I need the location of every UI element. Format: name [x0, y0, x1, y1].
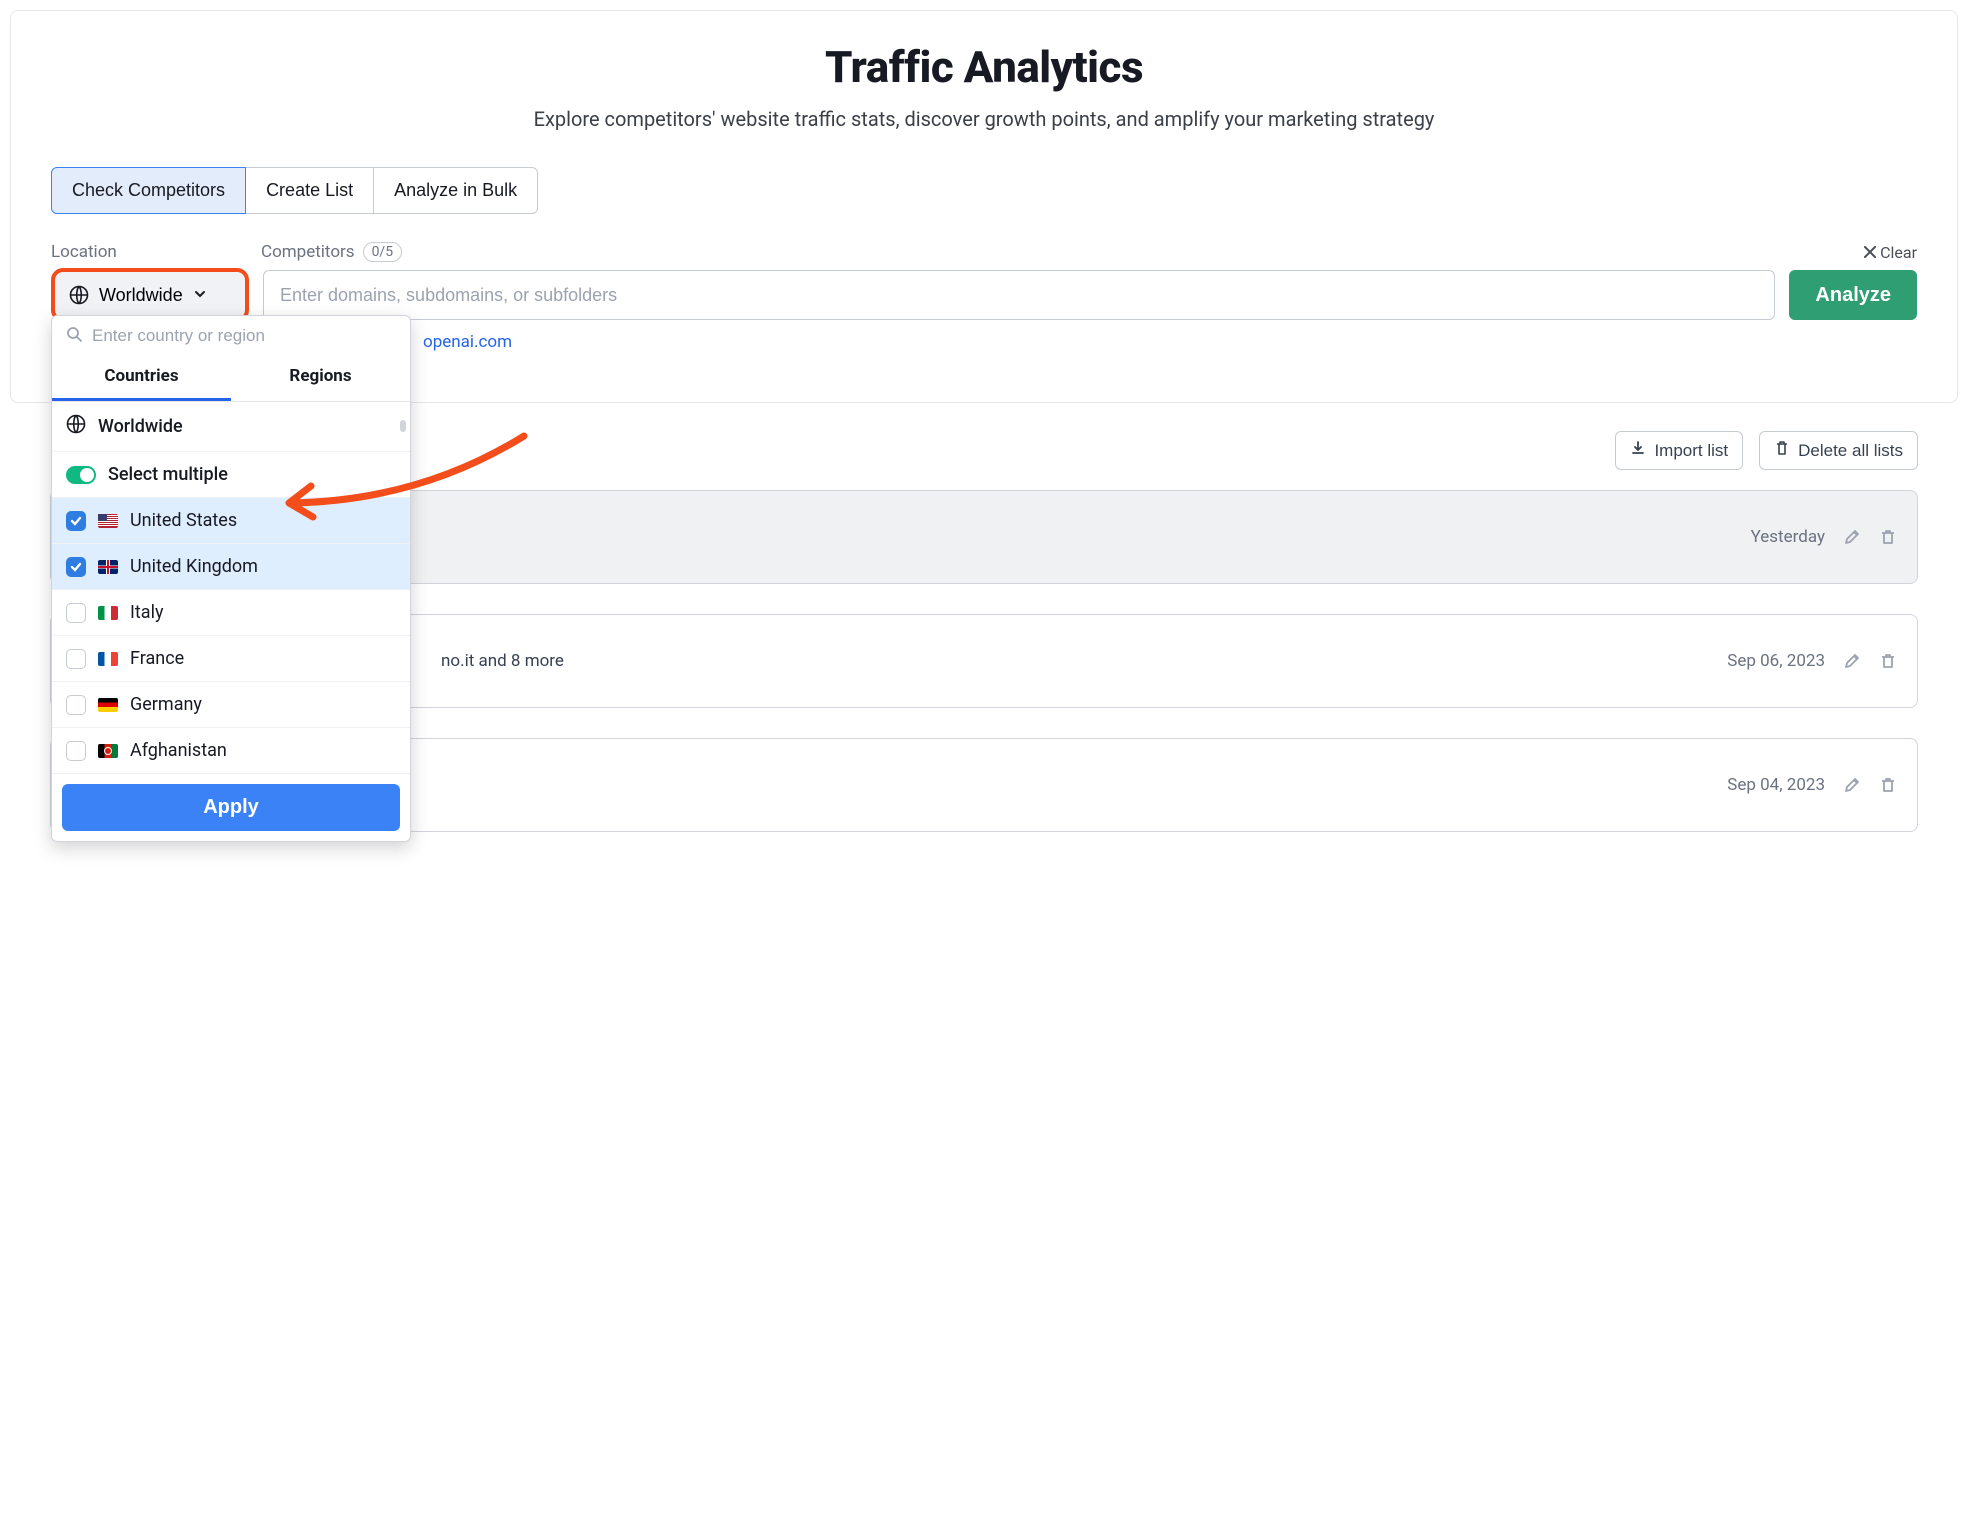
edit-icon[interactable]: [1843, 776, 1861, 794]
trash-icon[interactable]: [1879, 528, 1897, 546]
tab-create-list[interactable]: Create List: [246, 167, 374, 214]
country-label: Italy: [130, 602, 163, 623]
location-dropdown-trigger[interactable]: Worldwide: [51, 268, 249, 322]
checkbox-icon[interactable]: [66, 511, 86, 531]
location-btn-label: Worldwide: [99, 285, 183, 306]
country-label: Afghanistan: [130, 740, 227, 761]
country-label: United States: [130, 510, 237, 531]
flag-us-icon: [98, 514, 118, 528]
checkbox-icon[interactable]: [66, 603, 86, 623]
page-subtitle: Explore competitors' website traffic sta…: [51, 107, 1917, 131]
mode-tabs: Check Competitors Create List Analyze in…: [51, 167, 1917, 214]
checkbox-icon[interactable]: [66, 557, 86, 577]
option-worldwide[interactable]: Worldwide: [52, 402, 410, 452]
dropdown-tab-regions[interactable]: Regions: [231, 356, 410, 401]
page-title: Traffic Analytics: [51, 41, 1917, 93]
location-dropdown: Countries Regions Worldwide Select multi…: [51, 315, 411, 842]
flag-uk-icon: [98, 560, 118, 574]
flag-it-icon: [98, 606, 118, 620]
flag-af-icon: [98, 744, 118, 758]
option-germany[interactable]: Germany: [52, 682, 410, 728]
tab-check-competitors[interactable]: Check Competitors: [51, 167, 246, 214]
country-search-input[interactable]: [92, 326, 396, 346]
option-worldwide-label: Worldwide: [98, 416, 183, 437]
option-france[interactable]: France: [52, 636, 410, 682]
search-icon: [66, 326, 82, 346]
checkbox-icon[interactable]: [66, 649, 86, 669]
globe-icon: [66, 414, 86, 439]
delete-all-label: Delete all lists: [1798, 441, 1903, 461]
country-label: France: [130, 648, 184, 669]
trash-icon: [1774, 440, 1790, 461]
import-list-label: Import list: [1654, 441, 1728, 461]
select-multiple-toggle-row[interactable]: Select multiple: [52, 452, 410, 498]
flag-fr-icon: [98, 652, 118, 666]
trash-icon[interactable]: [1879, 776, 1897, 794]
country-label: United Kingdom: [130, 556, 258, 577]
analyze-button[interactable]: Analyze: [1789, 270, 1917, 320]
dropdown-tabs: Countries Regions: [52, 356, 410, 402]
examples-row: openai.com: [423, 332, 1917, 352]
import-list-button[interactable]: Import list: [1615, 431, 1743, 470]
delete-all-lists-button[interactable]: Delete all lists: [1759, 431, 1918, 470]
select-multiple-label: Select multiple: [108, 464, 228, 485]
flag-de-icon: [98, 698, 118, 712]
dropdown-search-row: [52, 316, 410, 356]
tab-analyze-bulk[interactable]: Analyze in Bulk: [374, 167, 538, 214]
list-time: Yesterday: [1751, 527, 1825, 547]
competitors-label-text: Competitors: [261, 242, 355, 262]
list-time: Sep 06, 2023: [1727, 651, 1825, 671]
trash-icon[interactable]: [1879, 652, 1897, 670]
list-extra-text: no.it and 8 more: [441, 651, 564, 671]
example-link-openai[interactable]: openai.com: [423, 332, 512, 352]
checkbox-icon[interactable]: [66, 695, 86, 715]
chevron-down-icon: [193, 285, 207, 306]
competitors-label: Competitors 0/5: [261, 242, 1844, 262]
clear-label: Clear: [1880, 243, 1917, 262]
scrollbar-thumb[interactable]: [400, 420, 406, 432]
dropdown-body[interactable]: Worldwide Select multiple United States …: [52, 402, 410, 774]
checkbox-icon[interactable]: [66, 741, 86, 761]
globe-icon: [69, 285, 89, 305]
option-italy[interactable]: Italy: [52, 590, 410, 636]
labels-row: Location Competitors 0/5 Clear: [51, 242, 1917, 262]
clear-button[interactable]: Clear: [1864, 243, 1917, 262]
option-united-kingdom[interactable]: United Kingdom: [52, 544, 410, 590]
option-united-states[interactable]: United States: [52, 498, 410, 544]
list-time: Sep 04, 2023: [1727, 775, 1825, 795]
location-label: Location: [51, 242, 241, 262]
option-afghanistan[interactable]: Afghanistan: [52, 728, 410, 774]
select-multiple-toggle[interactable]: [66, 466, 96, 484]
competitors-input[interactable]: [263, 270, 1775, 320]
download-icon: [1630, 440, 1646, 461]
edit-icon[interactable]: [1843, 528, 1861, 546]
competitors-count-badge: 0/5: [363, 242, 403, 262]
input-row: Worldwide Analyze: [51, 268, 1917, 322]
analytics-panel: Traffic Analytics Explore competitors' w…: [10, 10, 1958, 403]
apply-button[interactable]: Apply: [62, 784, 400, 831]
country-label: Germany: [130, 694, 202, 715]
dropdown-footer: Apply: [52, 774, 410, 841]
dropdown-tab-countries[interactable]: Countries: [52, 356, 231, 401]
close-icon: [1864, 243, 1876, 262]
edit-icon[interactable]: [1843, 652, 1861, 670]
